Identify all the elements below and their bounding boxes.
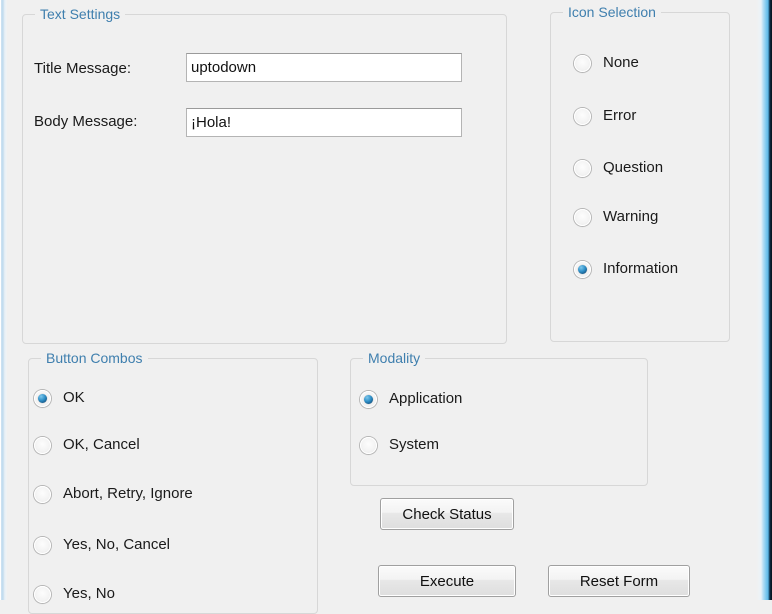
group-button-combos-title: Button Combos [41, 350, 148, 366]
radio-label: Information [603, 260, 678, 278]
radio-button-icon [34, 390, 51, 407]
group-icon-selection-title: Icon Selection [563, 4, 661, 20]
radio-label: System [389, 436, 439, 454]
window-border-left [0, 0, 9, 600]
radio-combo-yes-no-cancel[interactable]: Yes, No, Cancel [34, 534, 170, 556]
group-modality: Modality [350, 358, 648, 486]
label-body-message: Body Message: [34, 113, 137, 131]
radio-label: Question [603, 159, 663, 177]
radio-combo-ok-cancel[interactable]: OK, Cancel [34, 434, 140, 456]
radio-icon-information[interactable]: Information [574, 258, 678, 280]
radio-label: Error [603, 107, 636, 125]
radio-label: Yes, No [63, 585, 115, 603]
label-title-message: Title Message: [34, 60, 131, 78]
radio-label: None [603, 54, 639, 72]
radio-label: OK, Cancel [63, 436, 140, 454]
radio-icon-warning[interactable]: Warning [574, 206, 658, 228]
radio-icon-error[interactable]: Error [574, 105, 636, 127]
body-message-input[interactable] [186, 108, 462, 137]
radio-button-icon [34, 537, 51, 554]
radio-button-icon [34, 486, 51, 503]
radio-modality-system[interactable]: System [360, 434, 439, 456]
radio-label: Yes, No, Cancel [63, 536, 170, 554]
radio-icon-question[interactable]: Question [574, 157, 663, 179]
radio-modality-application[interactable]: Application [360, 388, 462, 410]
radio-button-icon [34, 437, 51, 454]
application-window: Text Settings Title Message: Body Messag… [0, 0, 772, 600]
radio-combo-ok[interactable]: OK [34, 387, 85, 409]
execute-button[interactable]: Execute [378, 565, 516, 597]
radio-button-icon [574, 160, 591, 177]
radio-label: Application [389, 390, 462, 408]
group-text-settings-title: Text Settings [35, 6, 125, 22]
radio-combo-abort-retry-ignore[interactable]: Abort, Retry, Ignore [34, 483, 193, 505]
radio-button-icon [574, 261, 591, 278]
radio-combo-yes-no[interactable]: Yes, No [34, 583, 115, 605]
reset-form-button[interactable]: Reset Form [548, 565, 690, 597]
radio-button-icon [360, 391, 377, 408]
group-modality-title: Modality [363, 350, 425, 366]
title-message-input[interactable] [186, 53, 462, 82]
radio-button-icon [574, 108, 591, 125]
radio-label: OK [63, 389, 85, 407]
radio-label: Warning [603, 208, 658, 226]
radio-label: Abort, Retry, Ignore [63, 485, 193, 503]
radio-button-icon [574, 209, 591, 226]
check-status-button[interactable]: Check Status [380, 498, 514, 530]
radio-button-icon [574, 55, 591, 72]
window-border-right [756, 0, 772, 600]
radio-icon-none[interactable]: None [574, 52, 639, 74]
radio-button-icon [360, 437, 377, 454]
